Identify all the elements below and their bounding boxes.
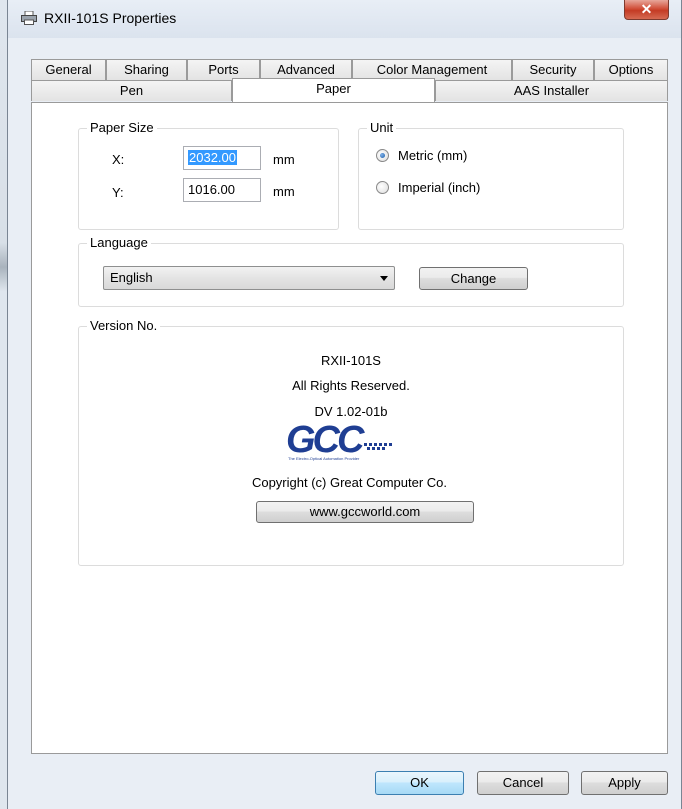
paper-tab-panel: Paper Size X: 2032.00 mm Y: 1016.00 mm U…	[31, 102, 668, 754]
title-bar[interactable]: RXII-101S Properties ✕	[8, 0, 681, 38]
language-select[interactable]: English	[103, 266, 395, 290]
language-group: Language English Change	[78, 235, 624, 307]
metric-radio[interactable]	[376, 149, 389, 162]
paper-height-input[interactable]: 1016.00	[183, 178, 261, 202]
gcc-logo: GCC The Electro-Optical Automation Provi…	[286, 419, 392, 461]
window-title: RXII-101S Properties	[44, 10, 177, 26]
y-unit-label: mm	[273, 184, 295, 199]
tab-aas-installer[interactable]: AAS Installer	[435, 80, 668, 101]
close-icon: ✕	[640, 1, 653, 17]
tab-sharing[interactable]: Sharing	[106, 59, 187, 80]
imperial-radio-label: Imperial (inch)	[398, 180, 481, 195]
properties-dialog: RXII-101S Properties ✕ General Sharing P…	[7, 0, 682, 809]
tab-advanced[interactable]: Advanced	[260, 59, 352, 80]
imperial-radio[interactable]	[376, 181, 389, 194]
driver-version: DV 1.02-01b	[314, 404, 388, 419]
language-label: Language	[87, 235, 151, 250]
close-button[interactable]: ✕	[624, 0, 669, 20]
imperial-radio-option[interactable]: Imperial (inch)	[376, 178, 576, 198]
language-selected-value: English	[110, 270, 153, 285]
cancel-button[interactable]: Cancel	[477, 771, 569, 795]
tab-ports[interactable]: Ports	[187, 59, 260, 80]
metric-radio-label: Metric (mm)	[398, 148, 468, 163]
paper-width-value: 2032.00	[188, 150, 237, 165]
unit-group: Unit Metric (mm) Imperial (inch)	[358, 120, 624, 230]
tab-general[interactable]: General	[31, 59, 106, 80]
svg-text:GCC: GCC	[286, 419, 365, 461]
apply-button[interactable]: Apply	[581, 771, 668, 795]
rights-text: All Rights Reserved.	[292, 378, 410, 393]
printer-icon	[21, 11, 37, 25]
paper-size-group: Paper Size X: 2032.00 mm Y: 1016.00 mm	[78, 120, 339, 230]
unit-label: Unit	[367, 120, 397, 135]
ok-button[interactable]: OK	[375, 771, 464, 795]
tab-color-management[interactable]: Color Management	[352, 59, 512, 80]
chevron-down-icon	[380, 276, 388, 281]
tab-security[interactable]: Security	[512, 59, 594, 80]
paper-width-input[interactable]: 2032.00	[183, 146, 261, 170]
version-label: Version No.	[87, 318, 161, 333]
tab-pen[interactable]: Pen	[31, 80, 232, 101]
x-label: X:	[112, 152, 125, 167]
website-link-button[interactable]: www.gccworld.com	[256, 501, 474, 523]
tab-options[interactable]: Options	[594, 59, 668, 80]
y-label: Y:	[112, 185, 124, 200]
metric-radio-option[interactable]: Metric (mm)	[376, 146, 576, 166]
copyright-text: Copyright (c) Great Computer Co.	[251, 475, 448, 490]
model-name: RXII-101S	[321, 353, 381, 368]
svg-text:The Electro-Optical Automation: The Electro-Optical Automation Provider	[288, 456, 360, 461]
change-language-button[interactable]: Change	[419, 267, 528, 290]
x-unit-label: mm	[273, 152, 295, 167]
tab-paper[interactable]: Paper	[232, 78, 435, 102]
paper-size-label: Paper Size	[87, 120, 157, 135]
